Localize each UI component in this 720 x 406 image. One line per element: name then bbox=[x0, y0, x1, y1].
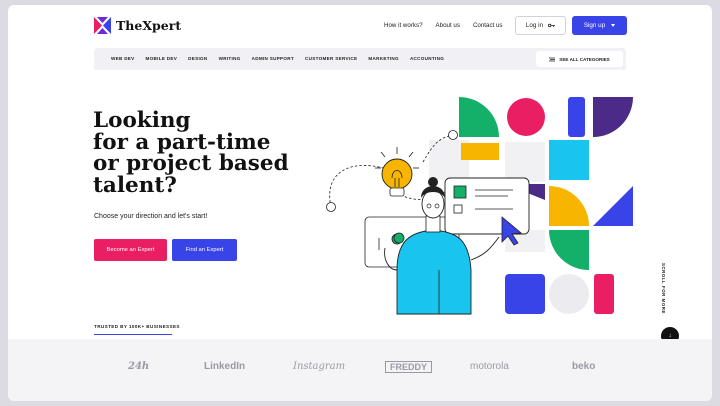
scroll-for-more-label: SCROLL FOR MORE bbox=[661, 263, 666, 314]
brand-mark-icon bbox=[94, 17, 111, 34]
category-accounting[interactable]: ACCOUNTING bbox=[410, 56, 444, 61]
logo-24h: 24h bbox=[128, 361, 150, 372]
main-nav: How it works? About us Contact us bbox=[384, 22, 503, 29]
hero-title-line: for a part-time bbox=[93, 129, 271, 155]
green-quarter-shape bbox=[459, 97, 499, 137]
logo-linkedin: LinkedIn bbox=[204, 361, 246, 372]
category-design[interactable]: DESIGN bbox=[188, 56, 207, 61]
see-all-categories-button[interactable]: SEE ALL CATEGORIES bbox=[536, 51, 623, 67]
nav-link-about-us[interactable]: About us bbox=[436, 22, 460, 29]
see-all-label: SEE ALL CATEGORIES bbox=[559, 56, 610, 62]
signup-label: Sign up bbox=[583, 22, 606, 29]
pink-bar-shape bbox=[594, 274, 614, 314]
category-bar: WEB DEV MOBILE DEV DESIGN WRITING ADMIN … bbox=[94, 48, 626, 70]
login-label: Log in bbox=[525, 22, 544, 29]
hero-title-line: talent? bbox=[93, 172, 177, 198]
blue-triangle-shape bbox=[593, 186, 633, 226]
key-icon bbox=[548, 23, 556, 28]
trusted-underline bbox=[94, 334, 172, 335]
blue-square-shape bbox=[505, 274, 545, 314]
hero-subtitle: Choose your direction and let's start! bbox=[94, 213, 208, 220]
logo-freddy: FREDDY bbox=[385, 361, 433, 373]
category-admin-support[interactable]: ADMIN SUPPORT bbox=[252, 56, 294, 61]
pink-circle-shape bbox=[507, 98, 545, 136]
hero-title-line: or project based bbox=[93, 151, 289, 176]
category-mobile-dev[interactable]: MOBILE DEV bbox=[146, 56, 178, 61]
purple-quarter-shape bbox=[593, 97, 633, 137]
trusted-logos-strip: 24h LinkedIn Instagram FREDDY motorola b… bbox=[8, 339, 712, 401]
nav-link-contact-us[interactable]: Contact us bbox=[473, 22, 503, 29]
nav-link-how-it-works[interactable]: How it works? bbox=[384, 22, 423, 29]
blue-bar-shape bbox=[568, 97, 585, 137]
logo-motorola: motorola bbox=[470, 361, 509, 372]
brand-name: TheXpert bbox=[116, 18, 182, 33]
become-expert-button[interactable]: Become an Expert bbox=[94, 239, 167, 261]
category-writing[interactable]: WRITING bbox=[219, 56, 241, 61]
yellow-quarter-shape bbox=[549, 186, 589, 226]
category-list: WEB DEV MOBILE DEV DESIGN WRITING ADMIN … bbox=[111, 56, 444, 61]
hero-illustration bbox=[326, 97, 633, 315]
logo-beko: beko bbox=[572, 361, 596, 372]
logo-instagram: Instagram bbox=[293, 361, 346, 372]
brand-logo[interactable]: TheXpert bbox=[94, 17, 181, 34]
browser-window-illustration bbox=[444, 177, 530, 235]
login-button[interactable]: Log in bbox=[515, 16, 566, 35]
hero-title: Looking for a part-time or project based… bbox=[93, 110, 313, 196]
chevron-down-icon bbox=[611, 24, 616, 27]
category-customer-service[interactable]: CUSTOMER SERVICE bbox=[305, 56, 357, 61]
signup-button[interactable]: Sign up bbox=[572, 16, 627, 35]
lightbulb-icon bbox=[375, 147, 419, 197]
page-frame: TheXpert How it works? About us Contact … bbox=[8, 5, 712, 401]
hero-title-line: Looking bbox=[93, 108, 191, 133]
yellow-rect-shape bbox=[461, 143, 499, 160]
cyan-square-shape bbox=[549, 140, 589, 180]
category-marketing[interactable]: MARKETING bbox=[368, 56, 399, 61]
menu-lines-icon bbox=[549, 57, 556, 61]
category-web-dev[interactable]: WEB DEV bbox=[111, 56, 135, 61]
trusted-by-label: TRUSTED BY 100K+ BUSINESSES bbox=[94, 324, 180, 329]
site-header: TheXpert How it works? About us Contact … bbox=[8, 5, 712, 45]
find-expert-button[interactable]: Find an Expert bbox=[172, 239, 237, 261]
green-shape bbox=[549, 230, 589, 270]
